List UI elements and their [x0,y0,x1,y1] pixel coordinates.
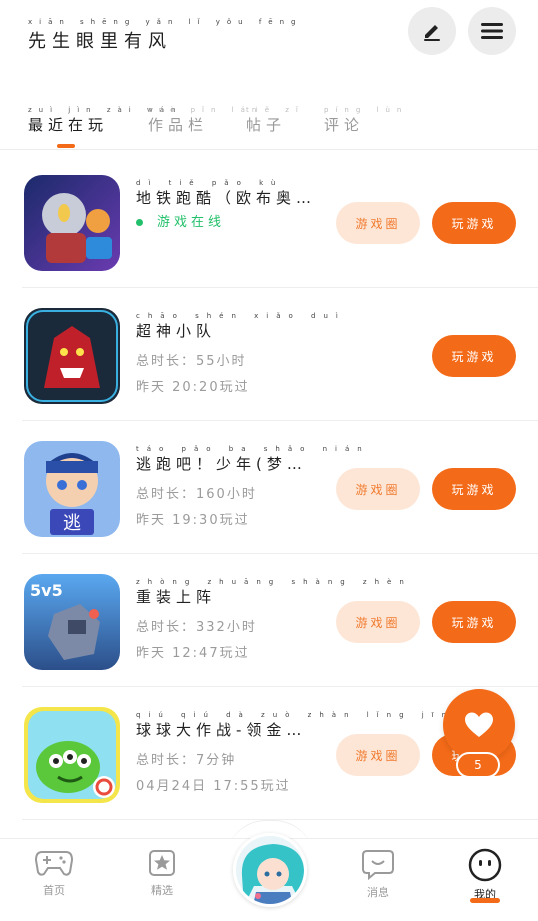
page-title-text: 先生眼里有风 [28,31,172,52]
tab-posts-label: 帖子 [246,116,287,134]
game-circle-button[interactable]: 游戏圈 [336,202,420,244]
nav-home-label: 首页 [43,884,65,897]
game-icon: 5v5 [24,574,120,670]
list-item[interactable]: dì tiě pǎo kù 地铁跑酷（欧布奥… 游戏在线 游戏圈 玩游戏 [0,155,538,288]
tab-comments[interactable]: píng lùn 评论 [324,106,408,135]
like-count-badge: 5 [456,752,500,778]
tab-comments-label: 评论 [324,116,365,134]
nav-messages-label: 消息 [367,886,389,899]
last-played: 昨天 12:47玩过 [136,646,250,661]
game-name-text: 超神小队 [136,322,217,340]
game-name: chāo shén xiǎo duì 超神小队 [136,312,346,341]
list-item[interactable]: chāo shén xiǎo duì 超神小队 总时长：55小时 昨天 20:2… [0,288,538,421]
tab-posts-pinyin: tiě zǐ [246,106,305,114]
online-status-text: 游戏在线 [157,215,226,230]
online-status: 游戏在线 [136,211,225,230]
game-circle-button[interactable]: 游戏圈 [336,468,420,510]
total-playtime: 总时长：332小时 [136,620,257,635]
edit-button[interactable] [408,7,456,55]
game-name-text: 逃跑吧！少年(梦… [136,455,307,473]
face-icon [468,848,502,882]
last-played: 昨天 20:20玩过 [136,380,250,395]
nav-home[interactable]: 首页 [19,848,89,898]
online-dot-icon [136,219,143,226]
tab-bar: zuì jìn zài wán 最近在玩 zuò pǐn lán 作品栏 tiě… [0,98,538,150]
nav-featured[interactable]: 精选 [127,848,197,898]
edit-icon [424,25,440,41]
game-circle-button[interactable]: 游戏圈 [336,734,420,776]
tab-recent-label: 最近在玩 [28,116,109,134]
game-name: táo pǎo ba shǎo nián 逃跑吧！少年(梦… [136,445,370,474]
game-name: dì tiě pǎo kù 地铁跑酷（欧布奥… [136,179,316,208]
tab-posts[interactable]: tiě zǐ 帖子 [246,106,305,135]
nav-featured-label: 精选 [151,884,173,897]
top-bar: xiān shēng yǎn lǐ yǒu fēng 先生眼里有风 [0,0,538,70]
play-game-button[interactable]: 玩游戏 [432,202,516,244]
game-name-text: 重装上阵 [136,588,217,606]
game-circle-button[interactable]: 游戏圈 [336,601,420,643]
page-title: xiān shēng yǎn lǐ yǒu fēng 先生眼里有风 [28,18,302,53]
avatar[interactable] [233,833,307,907]
tab-works-label: 作品栏 [148,116,209,134]
nav-messages[interactable]: 消息 [343,848,413,900]
like-float-button[interactable] [443,689,515,761]
menu-button[interactable] [468,7,516,55]
heart-icon [465,712,493,737]
page-title-pinyin: xiān shēng yǎn lǐ yǒu fēng [28,18,303,26]
star-icon [149,850,175,876]
game-name-pinyin: táo pǎo ba shǎo nián [136,445,370,453]
play-game-button[interactable]: 玩游戏 [432,601,516,643]
game-icon [24,707,120,803]
game-name-pinyin: zhòng zhuāng shàng zhèn [136,578,412,586]
nav-active-indicator [470,898,500,903]
tab-comments-pinyin: píng lùn [324,106,409,114]
list-item[interactable]: 5v5 zhòng zhuāng shàng zhèn 重装上阵 总时长：332… [0,554,538,687]
game-icon [24,308,120,404]
game-name-pinyin: dì tiě pǎo kù [136,179,284,187]
total-playtime: 总时长：7分钟 [136,753,237,768]
game-icon [24,175,120,271]
play-game-button[interactable]: 玩游戏 [432,468,516,510]
list-item[interactable]: 逃 táo pǎo ba shǎo nián 逃跑吧！少年(梦… 总时长：160… [0,421,538,554]
svg-text:5v5: 5v5 [30,581,63,600]
last-played: 04月24日 17:55玩过 [136,779,291,794]
total-playtime: 总时长：160小时 [136,487,257,502]
last-played: 昨天 19:30玩过 [136,513,250,528]
total-playtime: 总时长：55小时 [136,354,247,369]
game-name-pinyin: qiú qiú dà zuò zhàn lǐng jīn [136,711,455,719]
game-name-text: 球球大作战-领金… [136,721,307,739]
gamepad-icon [34,851,74,876]
nav-mine[interactable]: 我的 [450,848,520,902]
game-name-text: 地铁跑酷（欧布奥… [136,189,317,207]
menu-icon [481,23,503,39]
game-name-pinyin: chāo shén xiǎo duì [136,312,346,320]
message-icon [362,850,394,880]
play-game-button[interactable]: 玩游戏 [432,335,516,377]
svg-text:逃: 逃 [63,513,81,534]
active-tab-indicator [57,144,75,148]
game-icon: 逃 [24,441,120,537]
